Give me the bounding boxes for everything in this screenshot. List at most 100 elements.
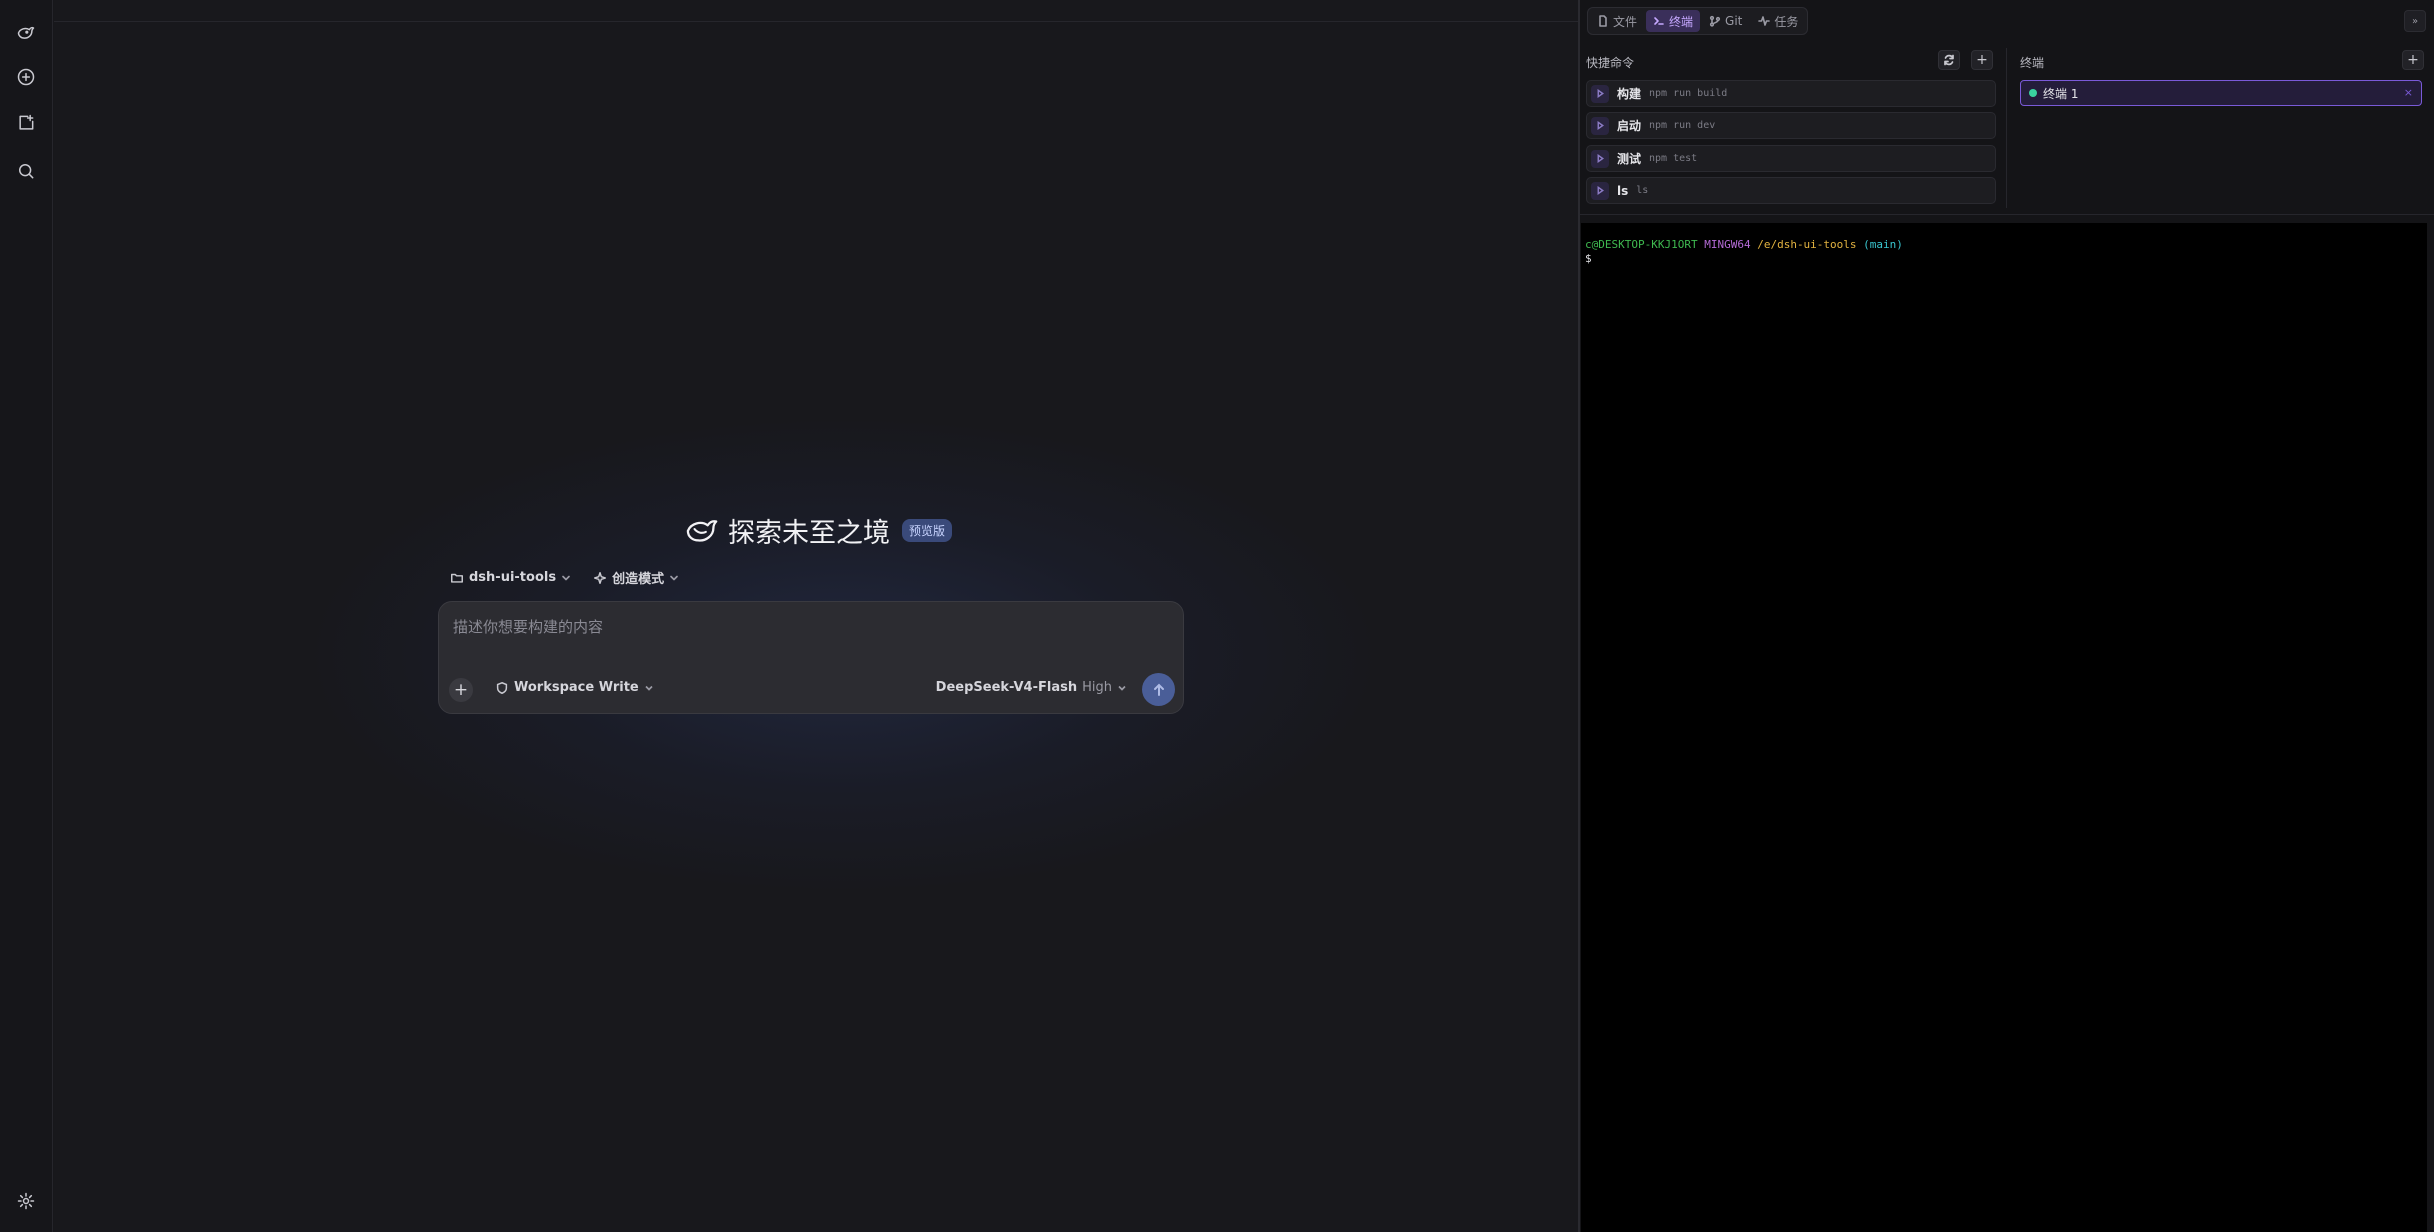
command-name: 测试 [1617,152,1642,166]
chevron-down-icon [562,575,570,580]
terminal-input-line[interactable]: $ [1585,252,1592,265]
plus-icon: + [2407,52,2419,68]
chevron-down-icon [670,575,678,580]
tab-git[interactable]: Git [1702,10,1749,32]
status-dot-icon [2029,89,2037,97]
tab-terminal[interactable]: 终端 [1646,10,1701,32]
whale-logo-icon [686,520,718,542]
terminals-title: 终端 [2020,56,2045,70]
mode-selector[interactable]: 创造模式 [593,568,679,587]
play-icon [1597,89,1604,98]
top-divider [54,21,1578,22]
preview-badge: 预览版 [902,518,953,542]
command-text: ls [1636,185,1649,196]
refresh-icon [1944,54,1954,66]
terminal-system: MINGW64 [1704,238,1751,251]
terminal-user: c@DESKTOP-KKJ1ORT [1585,238,1698,251]
run-command-button[interactable] [1591,149,1609,168]
arrow-up-icon [1153,683,1164,696]
settings-button[interactable] [11,1186,41,1216]
file-icon [1599,15,1607,27]
app-logo-button[interactable] [11,18,41,48]
chevron-down-icon [1118,685,1126,691]
workspace-label: Workspace Write [514,680,639,695]
panel-tabs: 文件 终端 Git 任务 [1587,7,1809,35]
whale-logo-icon [17,26,35,39]
tab-label: 文件 [1613,14,1638,29]
tab-label: 终端 [1669,14,1694,29]
command-name: ls [1617,183,1629,198]
search-button[interactable] [11,156,41,186]
activity-icon [1758,16,1771,26]
context-row: dsh-ui-tools 创造模式 [450,568,679,587]
run-command-button[interactable] [1591,181,1609,200]
chevron-down-icon [645,685,653,691]
project-name: dsh-ui-tools [469,570,557,585]
quick-command-item[interactable]: ls ls [1586,177,1996,204]
plus-circle-icon [17,68,35,86]
tab-label: 任务 [1774,14,1799,29]
attach-button[interactable]: + [449,678,473,702]
command-text: npm run dev [1649,120,1716,131]
hero-header: 探索未至之境 预览版 [686,510,953,550]
workspace-permission-selector[interactable]: Workspace Write [495,680,654,695]
send-button[interactable] [1142,673,1175,706]
page-title: 探索未至之境 [728,517,890,549]
quick-commands: 快捷命令 + 构建 npm run build 启动 npm run dev 测… [1586,50,1998,210]
add-command-button[interactable]: + [1971,50,1993,70]
chevrons-right-icon: » [2411,15,2419,27]
quick-command-item[interactable]: 启动 npm run dev [1586,112,1996,139]
quick-commands-title: 快捷命令 [1586,56,1635,70]
add-box-icon [19,114,34,130]
shield-icon [496,681,508,694]
model-selector[interactable]: DeepSeek-V4-Flash High [936,680,1127,695]
folder-icon [451,573,463,583]
command-text: npm run build [1649,88,1728,99]
sparkle-icon [594,571,607,584]
panel-divider [1580,214,2434,215]
quick-command-item[interactable]: 测试 npm test [1586,145,1996,172]
command-text: npm test [1649,153,1698,164]
run-command-button[interactable] [1591,84,1609,103]
mode-name: 创造模式 [612,572,665,587]
terminal-list: 终端 + 终端 1 × [2020,50,2424,110]
git-icon [1709,15,1721,27]
tab-label: Git [1725,14,1743,28]
prompt-input[interactable] [453,616,1153,646]
terminal-output[interactable]: c@DESKTOP-KKJ1ORT MINGW64 /e/dsh-ui-tool… [1581,223,2427,1232]
plus-icon: + [453,680,469,700]
reasoning-level: High [1082,680,1112,695]
composer: + Workspace Write DeepSeek-V4-Flash High [438,601,1184,714]
run-command-button[interactable] [1591,116,1609,135]
terminal-prompt-line: c@DESKTOP-KKJ1ORT MINGW64 /e/dsh-ui-tool… [1585,238,1903,251]
play-icon [1597,154,1604,163]
section-divider [2006,48,2007,208]
terminal-path: /e/dsh-ui-tools [1757,238,1857,251]
command-name: 启动 [1617,119,1642,133]
terminal-tab[interactable]: 终端 1 × [2020,80,2422,106]
app-window: 探索未至之境 预览版 dsh-ui-tools 创造模式 + Workspace… [0,0,2434,1232]
close-icon[interactable]: × [2404,86,2413,99]
project-selector[interactable]: dsh-ui-tools [450,568,571,587]
model-name: DeepSeek-V4-Flash [935,680,1078,695]
terminal-icon [1654,17,1664,25]
new-chat-button[interactable] [11,62,41,92]
search-icon [19,164,34,179]
gear-icon [17,1192,35,1210]
new-project-button[interactable] [11,108,41,138]
command-name: 构建 [1617,87,1642,101]
right-panel: 文件 终端 Git 任务 » 快捷命令 + 构建 npm run build 启… [1578,0,2434,1232]
terminal-tab-label: 终端 1 [2043,86,2079,101]
new-terminal-button[interactable]: + [2402,50,2424,70]
tab-tasks[interactable]: 任务 [1751,10,1805,32]
play-icon [1597,121,1604,130]
refresh-commands-button[interactable] [1938,50,1960,70]
collapse-panel-button[interactable]: » [2404,10,2426,32]
main-area: 探索未至之境 预览版 dsh-ui-tools 创造模式 + Workspace… [54,0,1578,1232]
quick-command-item[interactable]: 构建 npm run build [1586,80,1996,107]
left-rail [0,0,53,1232]
tab-files[interactable]: 文件 [1590,10,1644,32]
terminal-branch: (main) [1863,238,1903,251]
plus-icon: + [1976,52,1988,68]
play-icon [1597,186,1604,195]
